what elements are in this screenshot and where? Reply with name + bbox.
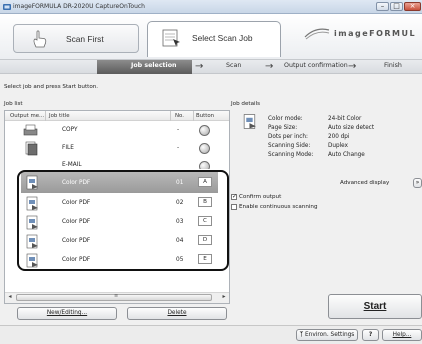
detail-scanning-mode-key: Scanning Mode: — [268, 152, 314, 158]
column-divider — [170, 111, 171, 121]
confirm-output-checkbox[interactable]: ✓ — [231, 193, 238, 200]
step-arrow-icon: → — [265, 61, 274, 72]
maximize-button[interactable]: □ — [390, 2, 403, 11]
checkmark-icon: ✓ — [232, 193, 238, 200]
close-button[interactable]: × — [404, 2, 421, 11]
table-row[interactable]: E-MAIL — [5, 158, 229, 169]
environ-settings-label: Environ. Settings — [305, 332, 355, 338]
start-label: Start — [363, 301, 387, 312]
column-header-no[interactable]: No. — [175, 113, 184, 119]
callout-highlight-frame — [17, 170, 229, 271]
job-no: - — [177, 145, 180, 151]
step-arrow-icon: → — [195, 61, 204, 72]
enable-continuous-scanning-checkbox[interactable] — [231, 204, 237, 210]
new-editing-label: New/Editing... — [46, 310, 88, 316]
status-bar — [0, 325, 422, 344]
detail-color-mode-value: 24-bit Color — [328, 116, 362, 122]
detail-color-mode-key: Color mode: — [268, 116, 303, 122]
step-job-selection: Job selection — [131, 62, 177, 69]
tab-select-scan-job-label: Select Scan Job — [192, 33, 253, 43]
brand-swoosh-icon — [304, 28, 330, 40]
instruction-text: Select job and press Start button. — [4, 84, 99, 90]
scanner-button-icon — [199, 125, 210, 136]
detail-page-size-key: Page Size: — [268, 125, 298, 131]
step-arrow-icon: → — [348, 61, 357, 72]
column-divider — [45, 111, 46, 121]
detail-dpi-key: Dots per inch: — [268, 134, 308, 140]
confirm-output-label: Confirm output — [239, 194, 282, 200]
detail-page-size-value: Auto size detect — [328, 125, 375, 131]
printer-icon — [23, 124, 38, 136]
step-finish: Finish — [384, 62, 402, 69]
job-title: FILE — [62, 145, 74, 151]
hand-touch-icon — [33, 30, 47, 48]
column-divider — [193, 111, 194, 121]
scrollbar-grip-icon: ≡ — [114, 293, 119, 299]
close-icon: × — [409, 2, 416, 10]
folder-file-icon — [25, 141, 38, 156]
table-row[interactable]: FILE - — [5, 140, 229, 157]
brand-logo: imageFORMUL — [334, 29, 417, 38]
help-button[interactable]: Help... — [382, 329, 422, 341]
minimize-icon: – — [380, 2, 385, 10]
document-select-icon — [162, 29, 180, 47]
column-header-output[interactable]: Output me... — [10, 113, 44, 119]
step-output-confirmation: Output confirmation — [284, 62, 348, 69]
tab-scan-first[interactable]: Scan First — [13, 24, 139, 53]
enable-continuous-scanning-label: Enable continuous scanning — [239, 204, 318, 210]
column-header-button[interactable]: Button — [196, 113, 214, 119]
advanced-display-toggle[interactable]: » — [413, 178, 422, 188]
pdf-document-icon — [243, 114, 256, 129]
table-row[interactable]: COPY - — [5, 122, 229, 139]
window-title: imageFORMULA DR-2020U CaptureOnTouch — [13, 3, 145, 10]
detail-scanning-side-key: Scanning Side: — [268, 143, 311, 149]
advanced-display-label: Advanced display — [340, 180, 390, 186]
scanner-button-icon — [199, 143, 210, 154]
job-details-label: Job details — [231, 101, 261, 107]
detail-scanning-mode-value: Auto Change — [328, 152, 365, 158]
tab-select-scan-job[interactable]: Select Scan Job — [147, 21, 281, 57]
help-icon: ? — [368, 332, 373, 338]
job-title: E-MAIL — [62, 162, 82, 168]
start-button[interactable]: Start — [328, 294, 422, 319]
environ-settings-button[interactable]: ᛉ Environ. Settings — [296, 329, 358, 341]
minimize-button[interactable]: – — [376, 2, 389, 11]
tab-scan-first-label: Scan First — [66, 34, 104, 44]
detail-scanning-side-value: Duplex — [328, 143, 348, 149]
column-header-job-title[interactable]: Job title — [49, 113, 70, 119]
delete-button[interactable]: Delete — [127, 307, 227, 320]
maximize-icon: □ — [393, 2, 400, 10]
help-question-button[interactable]: ? — [362, 329, 379, 341]
scroll-left-arrow-icon[interactable]: ◂ — [5, 293, 15, 303]
settings-icon: ᛉ — [299, 332, 304, 338]
chevron-right-icon: » — [415, 180, 420, 186]
job-list-label: Job list — [4, 101, 23, 107]
step-bar — [0, 60, 422, 74]
scroll-right-arrow-icon[interactable]: ▸ — [219, 293, 229, 303]
help-label: Help... — [392, 332, 412, 338]
delete-label: Delete — [167, 310, 187, 316]
scanner-button-icon — [199, 161, 210, 169]
job-title: COPY — [62, 127, 78, 133]
job-no: - — [177, 127, 180, 133]
step-scan: Scan — [226, 62, 242, 69]
app-icon — [3, 4, 11, 10]
detail-dpi-value: 200 dpi — [328, 134, 350, 140]
new-editing-button[interactable]: New/Editing... — [17, 307, 117, 320]
